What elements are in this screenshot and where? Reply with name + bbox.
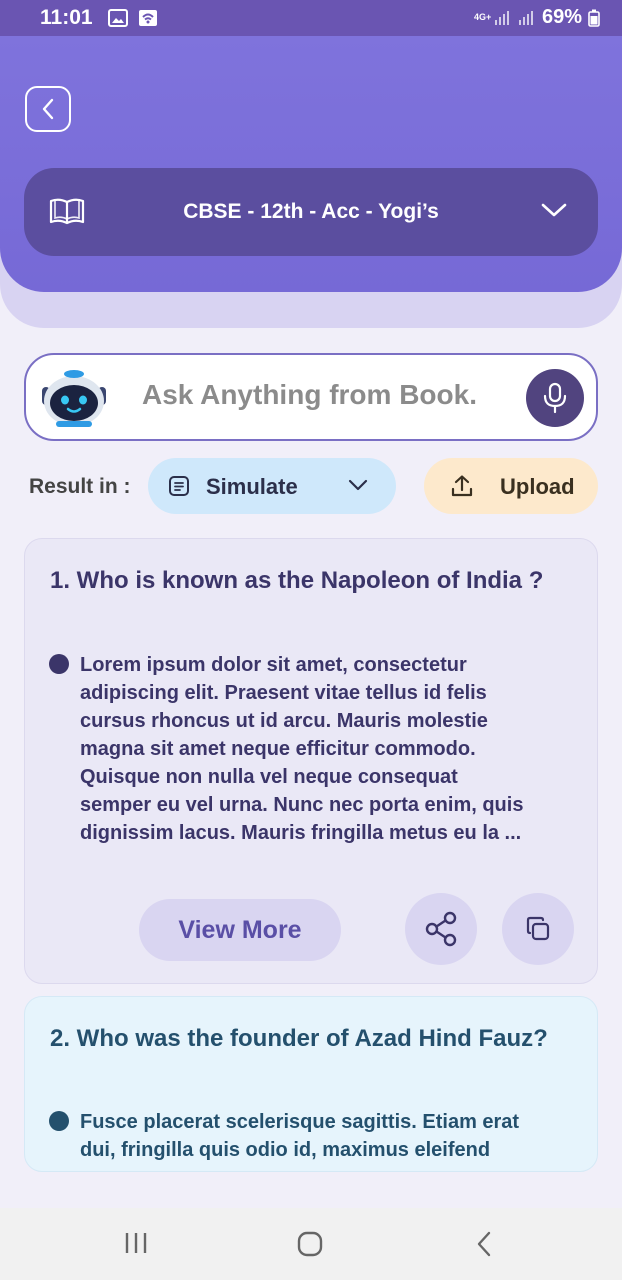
chevron-down-icon (541, 203, 567, 217)
answer-line: dignissim lacus. Mauris fringilla metus … (80, 822, 522, 844)
result-mode-label: Simulate (206, 474, 298, 499)
network-type: 4G+ (473, 12, 492, 22)
document-icon (169, 476, 189, 496)
answer-line: dui, fringilla quis odio id, maximus ele… (80, 1139, 491, 1161)
back-button[interactable] (25, 86, 71, 132)
result-in-label: Result in : (29, 475, 131, 498)
signal-icon-2 (518, 10, 533, 25)
search-bar[interactable]: Ask Anything from Book. (24, 353, 598, 441)
answer-line: semper eu vel urna. Nunc nec porta enim,… (80, 794, 524, 816)
question-card: 1. Who is known as the Napoleon of India… (24, 538, 598, 984)
question-card: 2. Who was the founder of Azad Hind Fauz… (24, 996, 598, 1172)
upload-icon (451, 475, 473, 497)
upload-label: Upload (500, 474, 575, 499)
answer-text: Fusce placerat scelerisque sagittis. Eti… (80, 1108, 580, 1164)
upload-button[interactable]: Upload (424, 458, 598, 514)
result-mode-dropdown[interactable]: Simulate (148, 458, 396, 514)
answer-line: Quisque non nulla vel neque consequat (80, 766, 458, 788)
answer-line: magna sit amet neque efficitur commodo. (80, 738, 476, 760)
answer-line: cursus rhoncus ut id arcu. Mauris molest… (80, 710, 488, 732)
answer-line: Lorem ipsum dolor sit amet, consectetur (80, 654, 467, 676)
battery-icon (588, 9, 600, 27)
view-more-button[interactable]: View More (139, 899, 341, 961)
back-nav-icon[interactable] (474, 1230, 494, 1258)
copy-icon (526, 916, 550, 941)
microphone-icon (543, 382, 567, 414)
status-bar: 11:01 4G+ 69% (0, 0, 622, 36)
wifi-call-icon (139, 10, 157, 26)
voice-search-button[interactable] (526, 369, 584, 427)
home-icon[interactable] (296, 1230, 324, 1258)
share-icon (425, 911, 457, 947)
copy-button[interactable] (502, 893, 574, 965)
answer-text: Lorem ipsum dolor sit amet, consectetur … (80, 651, 580, 847)
question-title: 2. Who was the founder of Azad Hind Fauz… (50, 1025, 548, 1052)
answer-line: adipiscing elit. Praesent vitae tellus i… (80, 682, 487, 704)
question-title: 1. Who is known as the Napoleon of India… (50, 567, 544, 594)
chevron-down-icon (348, 479, 368, 491)
recent-apps-icon[interactable] (124, 1230, 148, 1256)
bullet-icon (49, 1111, 69, 1131)
share-button[interactable] (405, 893, 477, 965)
status-time: 11:01 (40, 6, 93, 29)
chevron-left-icon (42, 98, 54, 120)
book-selector-label: CBSE - 12th - Acc - Yogi’s (183, 200, 439, 223)
book-selector[interactable]: CBSE - 12th - Acc - Yogi’s (24, 168, 598, 256)
robot-avatar-icon (42, 370, 106, 427)
answer-line: Fusce placerat scelerisque sagittis. Eti… (80, 1111, 520, 1133)
system-navigation-bar (0, 1208, 622, 1280)
search-input[interactable]: Ask Anything from Book. (142, 379, 477, 411)
signal-icon (494, 10, 509, 25)
gallery-icon (108, 9, 128, 27)
bullet-icon (49, 654, 69, 674)
battery-percent: 69% (541, 6, 582, 28)
